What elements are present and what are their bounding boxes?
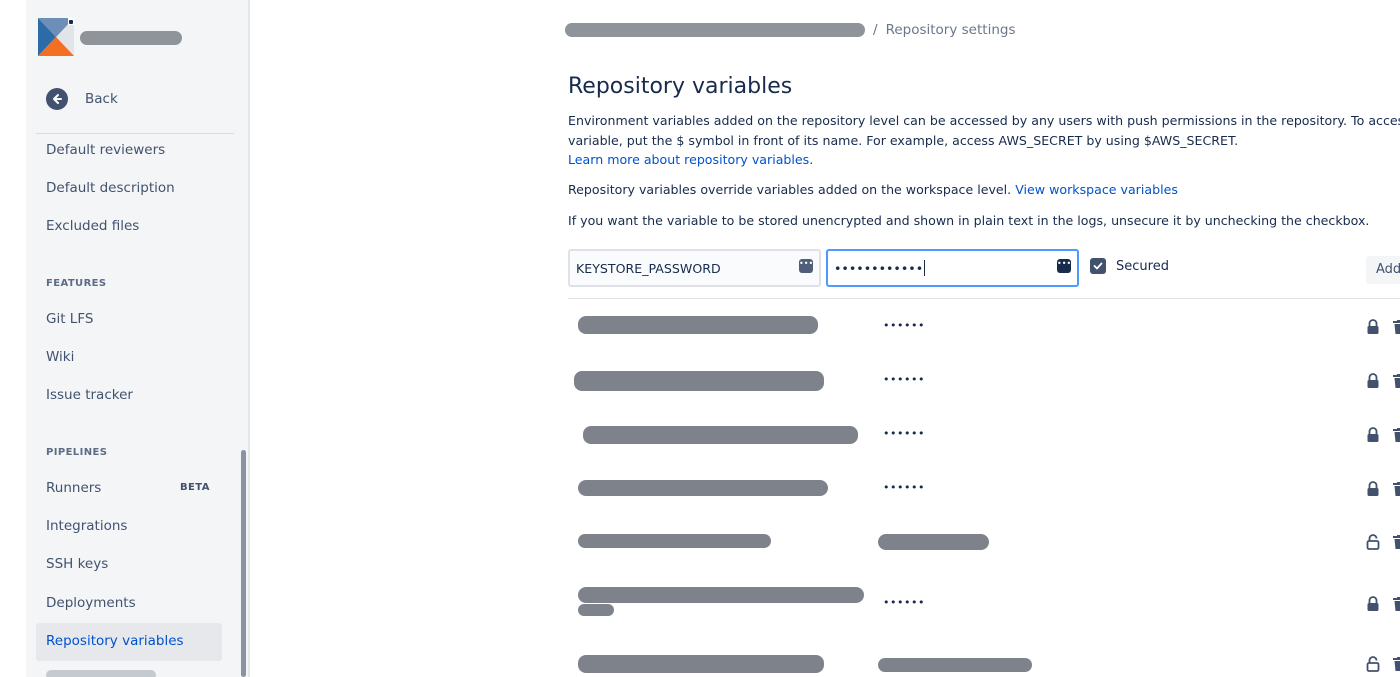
variable-name-redacted (583, 426, 858, 444)
trash-icon[interactable] (1393, 597, 1400, 611)
learn-more-line: Learn more about repository variables. (568, 150, 813, 170)
trash-icon[interactable] (1393, 482, 1400, 496)
override-text: Repository variables override variables … (568, 182, 1012, 197)
sidebar-item-default-description[interactable]: Default description (46, 180, 175, 196)
sidebar-item-issue-tracker[interactable]: Issue tracker (46, 387, 133, 403)
variable-row (568, 522, 1400, 562)
breadcrumb-separator: / (873, 22, 878, 38)
lock-icon[interactable] (1366, 373, 1380, 389)
back-button[interactable]: Back (46, 86, 118, 112)
trash-icon[interactable] (1393, 535, 1400, 549)
override-line: Repository variables override variables … (568, 180, 1178, 200)
lock-icon[interactable] (1366, 319, 1380, 335)
arrow-left-icon (46, 88, 68, 110)
sidebar-item-partial-hidden[interactable] (46, 670, 156, 677)
learn-more-suffix: . (809, 152, 814, 167)
trash-icon[interactable] (1393, 657, 1400, 671)
variable-name-redacted (578, 316, 818, 334)
description-line-2: variable, put the $ symbol in front of i… (568, 133, 1239, 148)
add-button[interactable]: Add (1366, 256, 1400, 284)
sidebar-item-wiki[interactable]: Wiki (46, 349, 74, 365)
variable-value-redacted (878, 534, 989, 550)
trash-icon[interactable] (1393, 428, 1400, 442)
variable-name-redacted (578, 587, 864, 603)
sidebar-border (248, 0, 250, 677)
variable-row: •••••• (568, 361, 1400, 401)
variable-row: •••••• (568, 584, 1400, 624)
variable-name-redacted-line-2 (578, 604, 614, 616)
sidebar-item-integrations[interactable]: Integrations (46, 518, 127, 534)
features-heading: FEATURES (46, 278, 107, 289)
variable-name-redacted (578, 655, 824, 673)
variable-value-redacted (878, 658, 1032, 672)
beta-badge: BETA (180, 482, 210, 493)
repository-name-redacted[interactable] (80, 31, 182, 45)
checkbox-checked-icon[interactable] (1090, 258, 1106, 274)
secured-checkbox[interactable]: Secured (1090, 258, 1169, 274)
sidebar-item-excluded-files[interactable]: Excluded files (46, 218, 139, 234)
secured-label: Secured (1116, 258, 1169, 274)
variable-value: •••••• (883, 319, 925, 332)
sidebar-item-repository-variables[interactable]: Repository variables (46, 633, 184, 649)
sidebar-item-default-reviewers[interactable]: Default reviewers (46, 142, 165, 158)
variable-value: •••••• (883, 596, 925, 609)
sidebar-divider (36, 133, 234, 134)
variable-name-redacted (574, 371, 824, 391)
sidebar-item-runners[interactable]: Runners (46, 480, 101, 496)
breadcrumb-current: Repository settings (885, 22, 1016, 38)
autofill-key-icon[interactable]: ••• (1057, 259, 1071, 273)
trash-icon[interactable] (1393, 320, 1400, 334)
unsecure-instructions: If you want the variable to be stored un… (568, 213, 1370, 228)
repository-avatar-logo-icon[interactable] (38, 18, 74, 56)
sidebar-item-deployments[interactable]: Deployments (46, 595, 136, 611)
pipelines-heading: PIPELINES (46, 447, 108, 458)
table-divider (568, 298, 1400, 299)
lock-icon[interactable] (1366, 481, 1380, 497)
trash-icon[interactable] (1393, 374, 1400, 388)
unlock-icon[interactable] (1366, 656, 1380, 672)
autofill-key-icon[interactable]: ••• (799, 259, 813, 273)
lock-icon[interactable] (1366, 427, 1380, 443)
variable-value: •••••• (883, 427, 925, 440)
sidebar: Back Default reviewers Default descripti… (0, 0, 250, 677)
variable-value-input[interactable]: •••••••••••• ••• (826, 249, 1079, 287)
variable-value: •••••• (883, 373, 925, 386)
lock-icon[interactable] (1366, 596, 1380, 612)
variable-name-input[interactable]: KEYSTORE_PASSWORD ••• (568, 249, 821, 287)
variable-row (568, 645, 1400, 677)
page-title: Repository variables (568, 74, 793, 99)
variable-name-value: KEYSTORE_PASSWORD (576, 260, 721, 276)
variable-row: •••••• (568, 307, 1400, 347)
variable-value: •••••• (883, 481, 925, 494)
variable-value-masked: •••••••••••• (834, 260, 924, 276)
text-cursor (924, 260, 926, 276)
unlock-icon[interactable] (1366, 534, 1380, 550)
variable-row: •••••• (568, 469, 1400, 509)
description-line-1: Environment variables added on the repos… (568, 113, 1400, 128)
breadcrumb-repository-redacted[interactable] (565, 23, 865, 37)
learn-more-link[interactable]: Learn more about repository variables (568, 152, 809, 167)
variable-name-redacted (578, 534, 771, 548)
view-workspace-variables-link[interactable]: View workspace variables (1015, 182, 1178, 197)
sidebar-scrollbar[interactable] (241, 450, 246, 677)
variable-name-redacted (578, 480, 828, 496)
sidebar-item-git-lfs[interactable]: Git LFS (46, 311, 93, 327)
variable-row: •••••• (568, 415, 1400, 455)
back-label: Back (85, 91, 118, 107)
sidebar-item-ssh-keys[interactable]: SSH keys (46, 556, 108, 572)
breadcrumb: / Repository settings (565, 22, 1015, 38)
